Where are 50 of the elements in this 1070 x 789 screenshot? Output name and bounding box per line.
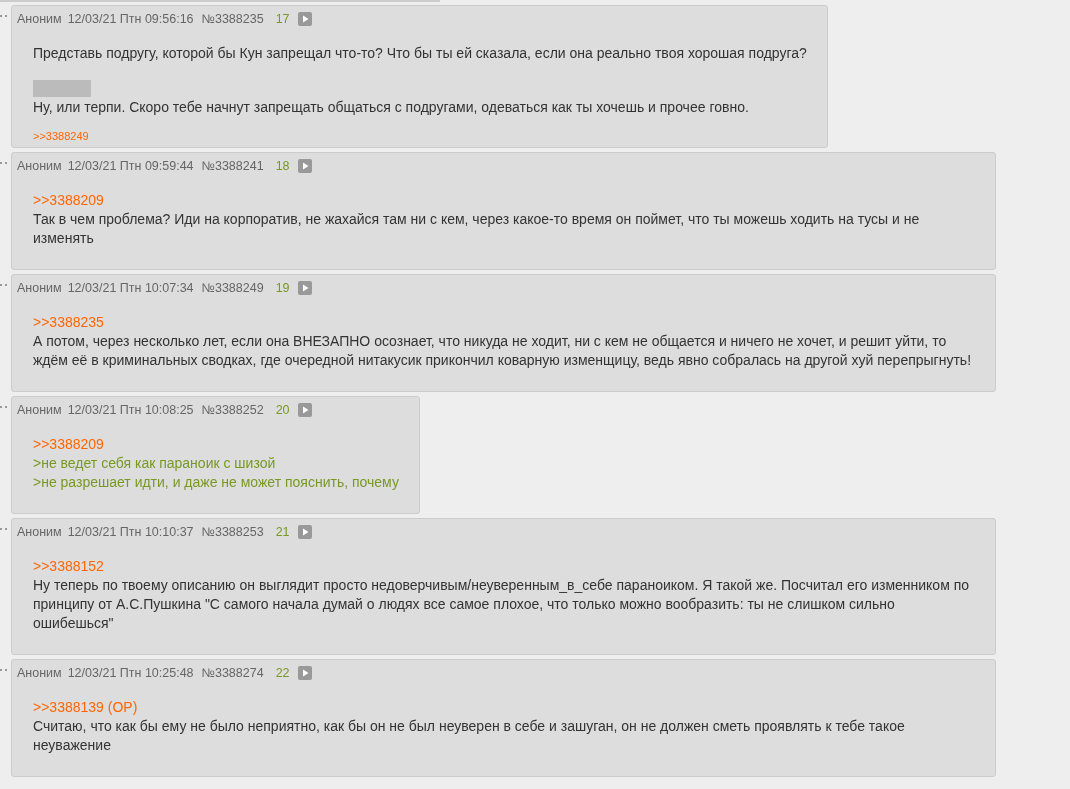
reply-link[interactable]: >>3388209 [33, 191, 104, 210]
quote-text: >не разрешает идти, и даже не может пояснить, почему [33, 473, 399, 492]
post-index: 18 [275, 158, 290, 173]
reply-link[interactable]: >>3388209 [33, 435, 104, 454]
reply-link[interactable]: >>3388235 [33, 313, 104, 332]
post-number-link[interactable]: №3388241 [201, 158, 264, 173]
drag-handle-icon[interactable] [0, 284, 7, 287]
poster-name: Аноним [17, 665, 62, 680]
drag-handle-icon[interactable] [0, 406, 7, 409]
poster-name: Аноним [17, 524, 62, 539]
post-number-link[interactable]: №3388235 [201, 11, 264, 26]
post-date: 12/03/21 Птн 09:56:16 [67, 11, 194, 26]
post-text: Представь подругу, которой бы Кун запрещал что-то? Что бы ты ей сказала, если она реально твоя хорошая подруга? [33, 44, 807, 63]
post-index: 21 [275, 524, 290, 539]
post-index: 20 [275, 402, 290, 417]
post-text: Ну, или терпи. Скоро тебе начнут запрещать общаться с подругами, одеваться как ты хочешь и прочее говно. [33, 98, 750, 117]
poster-name: Аноним [17, 402, 62, 417]
play-icon[interactable] [297, 524, 312, 539]
post-number-link[interactable]: №3388274 [201, 665, 264, 680]
poster-name: Аноним [17, 280, 62, 295]
poster-name: Аноним [17, 11, 62, 26]
post-index: 22 [275, 665, 290, 680]
post-text: А потом, через несколько лет, если она ВНЕЗАПНО осознает, что никуда не ходит, ни с кем не общается и ничего не хочет, и решит уйти, то ждём её в криминальных сводках, где очередной нитакусик прикончил коварную изменщицу, ведь явно собралась на другой хуй перепрыгнуть! [33, 332, 973, 370]
post-index: 17 [275, 11, 290, 26]
backlink[interactable]: >>3388249 [33, 130, 89, 142]
drag-handle-icon[interactable] [0, 15, 7, 18]
post-text: Считаю, что как бы ему не было неприятно, как бы он не был неуверен в себе и зашуган, он не должен сметь проявлять к тебе такое неуважение [33, 717, 906, 755]
poster-name: Аноним [17, 158, 62, 173]
post-date: 12/03/21 Птн 10:07:34 [67, 280, 194, 295]
post-date: 12/03/21 Птн 10:10:37 [67, 524, 194, 539]
quote-text: >не ведет себя как параноик с шизой [33, 454, 277, 473]
post-text: Так в чем проблема? Иди на корпоратив, не жахайся там ни с кем, через какое-то время он поймет, что ты можешь ходить на тусы и не изменять [33, 210, 921, 248]
post-number-link[interactable]: №3388249 [201, 280, 264, 295]
reply-link[interactable]: >>3388152 [33, 557, 104, 576]
play-icon[interactable] [297, 402, 312, 417]
play-icon[interactable] [297, 158, 312, 173]
post-number-link[interactable]: №3388253 [201, 524, 264, 539]
drag-handle-icon[interactable] [0, 528, 7, 531]
drag-handle-icon[interactable] [0, 669, 7, 672]
post-date: 12/03/21 Птн 10:25:48 [67, 665, 194, 680]
post-index: 19 [275, 280, 290, 295]
play-icon[interactable] [297, 665, 312, 680]
reply-link[interactable]: >>3388139 (OP) [33, 698, 138, 717]
post-text: Ну теперь по твоему описанию он выглядит просто недоверчивым/неуверенным_в_себе параноиком. Я такой же. Посчитал его изменником по принципу от А.С.Пушкина "С самого начала думай о людях все самое плохое, что только можно вообразить: ты не слишком сильно ошибешься" [33, 576, 971, 633]
post-number-link[interactable]: №3388252 [201, 402, 264, 417]
drag-handle-icon[interactable] [0, 162, 7, 165]
play-icon[interactable] [297, 280, 312, 295]
post-date: 12/03/21 Птн 10:08:25 [67, 402, 194, 417]
post-date: 12/03/21 Птн 09:59:44 [67, 158, 194, 173]
play-icon[interactable] [297, 11, 312, 26]
